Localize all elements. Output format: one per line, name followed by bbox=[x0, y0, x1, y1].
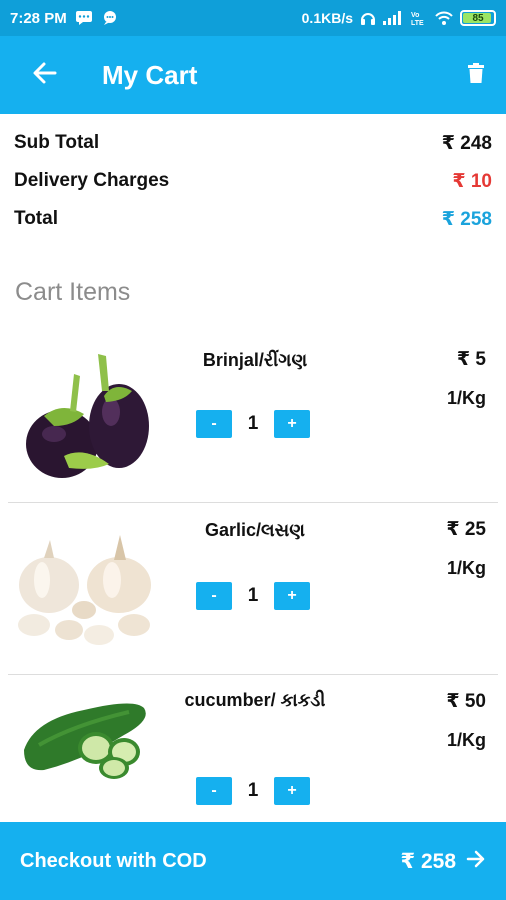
signal-icon bbox=[383, 11, 403, 25]
total-value: ₹ 258 bbox=[441, 208, 492, 230]
divider bbox=[8, 674, 498, 675]
quantity-stepper: - 1 + bbox=[196, 582, 310, 610]
arrow-left-icon bbox=[32, 60, 58, 91]
chat-icon bbox=[101, 10, 119, 26]
quantity-stepper: - 1 + bbox=[196, 777, 310, 805]
brinjal-image bbox=[14, 346, 164, 486]
cart-items-heading: Cart Items bbox=[15, 278, 131, 306]
svg-text:LTE: LTE bbox=[411, 20, 424, 26]
checkout-amount: ₹ 258 bbox=[400, 849, 456, 873]
arrow-right-icon bbox=[466, 849, 486, 874]
cucumber-image bbox=[14, 690, 164, 785]
sub-total-label: Sub Total bbox=[14, 132, 100, 153]
quantity-value: 1 bbox=[247, 585, 259, 606]
increment-button[interactable]: + bbox=[274, 777, 310, 805]
wifi-icon bbox=[435, 11, 453, 25]
total-label: Total bbox=[14, 208, 58, 229]
item-name: cucumber/ કાકડી bbox=[184, 690, 326, 710]
status-bar: 7:28 PM 0.1KB/s Vo LTE 85 bbox=[0, 0, 506, 36]
network-speed: 0.1KB/s bbox=[301, 10, 353, 26]
list-item: Garlic/લસણ ₹ 25 1/Kg - 1 + bbox=[0, 510, 506, 672]
status-time: 7:28 PM bbox=[10, 9, 67, 27]
decrement-button[interactable]: - bbox=[196, 777, 232, 805]
app-bar: My Cart bbox=[0, 36, 506, 114]
item-price: ₹ 5 bbox=[456, 349, 486, 370]
battery-level: 85 bbox=[472, 12, 484, 24]
item-price: ₹ 25 bbox=[446, 519, 486, 540]
increment-button[interactable]: + bbox=[274, 582, 310, 610]
volte-icon: Vo LTE bbox=[410, 10, 428, 26]
clear-cart-button[interactable] bbox=[446, 36, 506, 114]
message-icon bbox=[75, 10, 93, 26]
list-item: Brinjal/રીંગણ ₹ 5 1/Kg - 1 + bbox=[0, 340, 506, 502]
item-unit: 1/Kg bbox=[446, 388, 486, 408]
garlic-image bbox=[14, 530, 164, 660]
battery-icon: 85 bbox=[460, 10, 496, 26]
trash-icon bbox=[468, 62, 484, 88]
total-row: Total ₹ 258 bbox=[14, 200, 492, 238]
checkout-label: Checkout with COD bbox=[20, 849, 207, 872]
back-button[interactable] bbox=[0, 36, 90, 114]
svg-text:Vo: Vo bbox=[411, 12, 419, 19]
item-unit: 1/Kg bbox=[446, 730, 486, 750]
page-title: My Cart bbox=[102, 59, 198, 90]
list-item: cucumber/ કાકડી ₹ 50 1/Kg - 1 + bbox=[0, 682, 506, 818]
delivery-row: Delivery Charges ₹ 10 bbox=[14, 162, 492, 200]
checkout-button[interactable]: Checkout with COD ₹ 258 bbox=[0, 822, 506, 900]
price-summary: Sub Total ₹ 248 Delivery Charges ₹ 10 To… bbox=[14, 124, 492, 238]
item-name: Brinjal/રીંગણ bbox=[202, 350, 308, 370]
headset-icon bbox=[360, 10, 376, 26]
decrement-button[interactable]: - bbox=[196, 582, 232, 610]
increment-button[interactable]: + bbox=[274, 410, 310, 438]
delivery-value: ₹ 10 bbox=[452, 170, 492, 192]
quantity-value: 1 bbox=[247, 413, 259, 434]
divider bbox=[8, 502, 498, 503]
delivery-label: Delivery Charges bbox=[14, 170, 170, 191]
item-price: ₹ 50 bbox=[446, 691, 486, 712]
item-unit: 1/Kg bbox=[446, 558, 486, 578]
sub-total-value: ₹ 248 bbox=[441, 132, 492, 154]
quantity-stepper: - 1 + bbox=[196, 410, 310, 438]
decrement-button[interactable]: - bbox=[196, 410, 232, 438]
quantity-value: 1 bbox=[247, 780, 259, 801]
item-name: Garlic/લસણ bbox=[205, 520, 305, 540]
sub-total-row: Sub Total ₹ 248 bbox=[14, 124, 492, 162]
